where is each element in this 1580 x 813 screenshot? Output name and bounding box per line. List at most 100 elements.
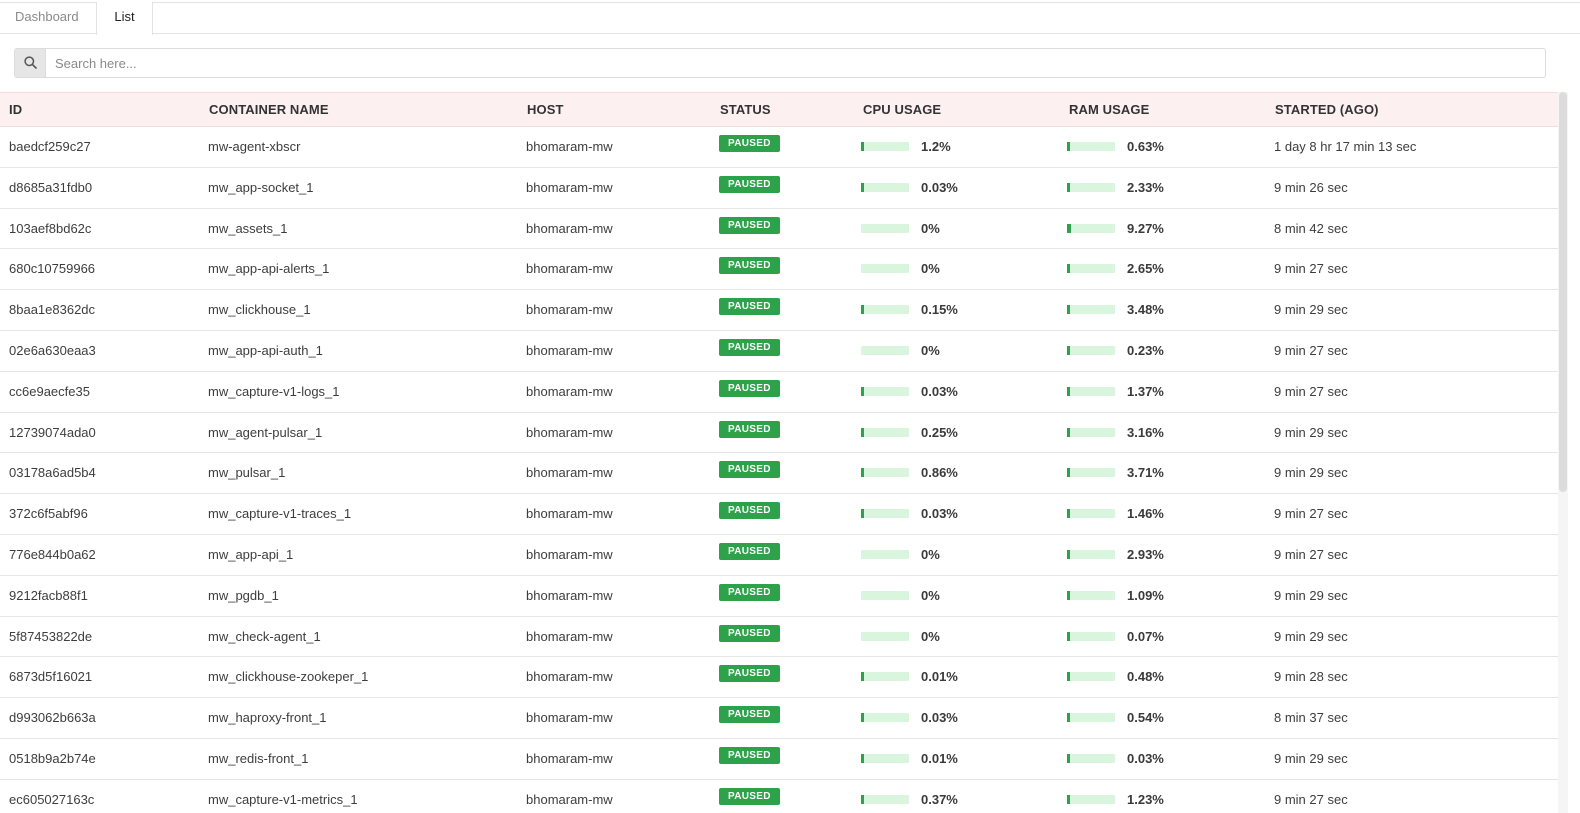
table-row[interactable]: 02e6a630eaa3 mw_app-api-auth_1 bhomaram-mw… [0, 331, 1558, 372]
vertical-scrollbar[interactable] [1558, 92, 1568, 813]
container-id: 02e6a630eaa3 [9, 342, 96, 358]
cpu-usage-value: 0.25% [921, 424, 958, 440]
container-host: bhomaram-mw [526, 628, 613, 644]
ram-usage-meter-fill [1067, 468, 1070, 478]
tab-list[interactable]: List [96, 2, 153, 35]
status-cell: PAUSED [719, 698, 780, 738]
container-host: bhomaram-mw [526, 669, 613, 685]
table-row[interactable]: 680c10759966 mw_app-api-alerts_1 bhomaram-… [0, 249, 1558, 291]
table-row[interactable]: 103aef8bd62c mw_assets_1 bhomaram-mw PAUSED… [0, 209, 1558, 250]
container-name: mw_assets_1 [208, 220, 288, 236]
status-badge: PAUSED [719, 747, 780, 765]
table-row[interactable]: d8685a31fdb0 mw_app-socket_1 bhomaram-mw PA… [0, 168, 1558, 209]
started-ago: 9 min 27 sec [1274, 506, 1348, 522]
container-name: mw_agent-pulsar_1 [208, 424, 323, 440]
ram-usage-meter-fill [1067, 509, 1070, 519]
containers-table: ID CONTAINER NAME HOST STATUS CPU USAGE … [0, 92, 1558, 813]
container-id: 6873d5f16021 [9, 669, 93, 685]
cpu-usage-value: 0.15% [921, 302, 958, 318]
cpu-usage-meter [861, 672, 909, 682]
table-row[interactable]: 12739074ada0 mw_agent-pulsar_1 bhomaram-mw… [0, 413, 1558, 454]
table-row[interactable]: 372c6f5abf96 mw_capture-v1-traces_1 bhomar… [0, 494, 1558, 535]
container-host: bhomaram-mw [526, 342, 613, 358]
ram-usage-value: 0.23% [1127, 342, 1164, 358]
ram-usage-meter [1067, 427, 1115, 437]
table-row[interactable]: 0518b9a2b74e mw_redis-front_1 bhomaram-mw P… [0, 739, 1558, 780]
container-id: baedcf259c27 [9, 139, 91, 154]
ram-usage-value: 3.71% [1127, 465, 1164, 481]
status-badge: PAUSED [719, 461, 780, 479]
cpu-usage-value: 0.03% [921, 179, 958, 195]
started-ago: 9 min 27 sec [1274, 383, 1348, 399]
status-badge: PAUSED [719, 624, 780, 642]
table-row[interactable]: 6873d5f16021 mw_clickhouse-zookeper_1 bhom… [0, 657, 1558, 699]
ram-usage-meter-fill [1067, 590, 1070, 600]
column-header-container-name[interactable]: CONTAINER NAME [209, 93, 329, 126]
ram-usage-meter [1067, 142, 1115, 151]
container-id: 8baa1e8362dc [9, 302, 96, 318]
cpu-usage-value: 0% [921, 628, 940, 644]
status-badge: PAUSED [719, 257, 780, 275]
status-badge: PAUSED [719, 543, 780, 561]
ram-usage-value: 3.48% [1127, 302, 1164, 318]
started-ago: 9 min 27 sec [1274, 261, 1348, 277]
started-ago: 9 min 29 sec [1274, 302, 1348, 318]
status-cell: PAUSED [719, 494, 780, 534]
cpu-usage-meter [861, 182, 909, 192]
table-row[interactable]: 776e844b0a62 mw_app-api_1 bhomaram-mw PAUSE… [0, 535, 1558, 576]
status-cell: PAUSED [719, 209, 780, 249]
column-header-ram-usage[interactable]: RAM USAGE [1069, 93, 1149, 126]
tab-bar: Dashboard List [0, 2, 1580, 35]
ram-usage-value: 1.23% [1127, 791, 1164, 807]
container-host: bhomaram-mw [526, 750, 613, 766]
container-id: d993062b663a [9, 710, 96, 726]
container-host: bhomaram-mw [526, 710, 613, 726]
table-row[interactable]: 03178a6ad5b4 mw_pulsar_1 bhomaram-mw PAUSED… [0, 453, 1558, 495]
column-header-host[interactable]: HOST [527, 93, 564, 126]
cpu-usage-meter [861, 305, 909, 315]
table-row[interactable]: cc6e9aecfe35 mw_capture-v1-logs_1 bhomaram… [0, 372, 1558, 413]
ram-usage-meter [1067, 713, 1115, 723]
table-row[interactable]: baedcf259c27 mw-agent-xbscr bhomaram-mw PAU… [0, 127, 1558, 168]
container-name: mw_pulsar_1 [208, 465, 286, 481]
ram-usage-value: 1.37% [1127, 383, 1164, 399]
started-ago: 9 min 29 sec [1274, 465, 1348, 481]
started-ago: 9 min 27 sec [1274, 342, 1348, 358]
search-icon[interactable] [15, 49, 46, 77]
table-row[interactable]: 9212facb88f1 mw_pgdb_1 bhomaram-mw PAUSED 0%… [0, 576, 1558, 617]
table-row[interactable]: 8baa1e8362dc mw_clickhouse_1 bhomaram-mw PA… [0, 290, 1558, 331]
ram-usage-value: 2.33% [1127, 179, 1164, 195]
ram-usage-meter [1067, 753, 1115, 763]
tab-dashboard[interactable]: Dashboard [15, 2, 79, 34]
ram-usage-value: 0.63% [1127, 139, 1164, 154]
table-row[interactable]: 5f87453822de mw_check-agent_1 bhomaram-mw P… [0, 617, 1558, 658]
container-id: 5f87453822de [9, 628, 93, 644]
column-header-cpu-usage[interactable]: CPU USAGE [863, 93, 941, 126]
table-row[interactable]: d993062b663a mw_haproxy-front_1 bhomaram-m… [0, 698, 1558, 739]
table-row[interactable]: ec605027163c mw_capture-v1-metrics_1 bhoma… [0, 780, 1558, 813]
cpu-usage-meter-fill [861, 305, 864, 315]
status-cell: PAUSED [719, 413, 780, 453]
ram-usage-value: 1.46% [1127, 506, 1164, 522]
column-header-status[interactable]: STATUS [720, 93, 771, 126]
started-ago: 9 min 29 sec [1274, 587, 1348, 603]
cpu-usage-value: 0.03% [921, 710, 958, 726]
scrollbar-thumb[interactable] [1559, 92, 1567, 492]
cpu-usage-value: 0% [921, 261, 940, 277]
container-id: 12739074ada0 [9, 424, 96, 440]
status-badge: PAUSED [719, 339, 780, 357]
container-host: bhomaram-mw [526, 383, 613, 399]
search-input[interactable] [55, 49, 1535, 77]
column-header-started[interactable]: STARTED (AGO) [1275, 93, 1379, 126]
container-id: 03178a6ad5b4 [9, 465, 96, 481]
column-header-id[interactable]: ID [9, 93, 22, 126]
ram-usage-value: 0.07% [1127, 628, 1164, 644]
status-cell: PAUSED [719, 617, 780, 657]
container-id: cc6e9aecfe35 [9, 383, 90, 399]
ram-usage-meter-fill [1067, 753, 1070, 763]
container-id: 372c6f5abf96 [9, 506, 88, 522]
container-host: bhomaram-mw [526, 179, 613, 195]
cpu-usage-meter [861, 264, 909, 274]
status-badge: PAUSED [719, 175, 780, 193]
ram-usage-value: 1.09% [1127, 587, 1164, 603]
